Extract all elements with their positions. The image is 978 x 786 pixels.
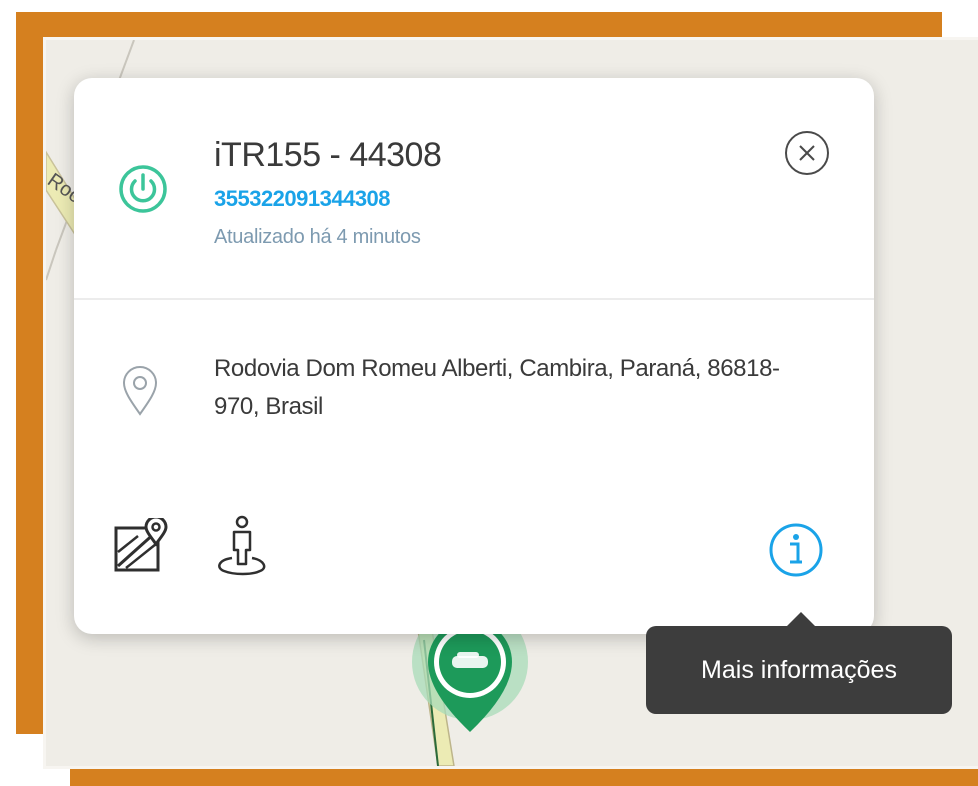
tooltip-arrow [786,612,816,627]
device-info-popup: iTR155 - 44308 355322091344308 Atualizad… [74,78,874,634]
power-icon [118,164,168,214]
street-view-icon [218,515,266,576]
device-address: Rodovia Dom Romeu Alberti, Cambira, Para… [214,355,780,420]
last-updated: Atualizado há 4 minutos [214,226,421,248]
location-pin-icon [120,364,160,418]
device-imei: 355322091344308 [214,186,391,211]
close-button[interactable] [782,128,832,178]
info-icon [769,523,823,577]
more-info-tooltip: Mais informações [646,626,952,714]
close-icon [785,131,829,175]
open-map-button[interactable] [112,515,174,576]
device-title: iTR155 - 44308 [214,136,442,174]
map-icon [114,515,168,572]
orange-bottom-decoration [70,768,978,786]
divider [74,298,874,300]
street-view-button[interactable] [212,514,272,580]
more-info-button[interactable] [766,520,826,580]
